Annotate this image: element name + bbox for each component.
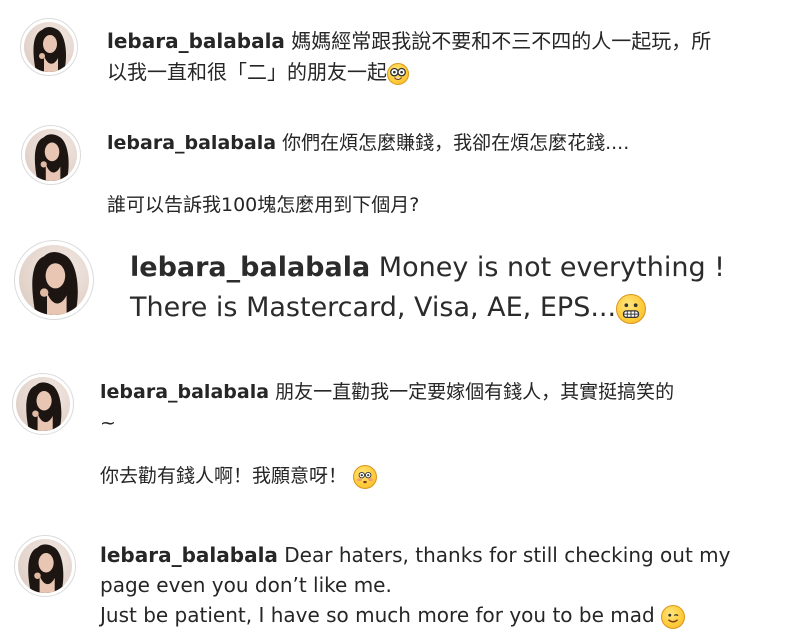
comment-text: lebara_balabala 媽媽經常跟我說不要和不三不四的人一起玩，所 以我… bbox=[107, 29, 712, 85]
username-link[interactable]: lebara_balabala bbox=[100, 381, 269, 403]
username-link[interactable]: lebara_balabala bbox=[130, 252, 370, 283]
avatar[interactable] bbox=[20, 18, 78, 76]
winking-face-emoji-icon bbox=[661, 604, 686, 629]
nerd-face-emoji-icon bbox=[387, 62, 409, 85]
comment-text: lebara_balabala Dear haters, thanks for … bbox=[100, 543, 731, 629]
profile-photo bbox=[18, 539, 72, 593]
flushed-face-emoji-icon bbox=[353, 464, 378, 489]
profile-photo bbox=[25, 129, 77, 181]
avatar[interactable] bbox=[12, 373, 74, 435]
username-link[interactable]: lebara_balabala bbox=[107, 29, 285, 53]
profile-photo bbox=[19, 245, 89, 315]
avatar[interactable] bbox=[14, 535, 76, 597]
profile-photo bbox=[16, 377, 70, 431]
avatar[interactable] bbox=[21, 125, 81, 185]
username-link[interactable]: lebara_balabala bbox=[100, 543, 278, 567]
avatar[interactable] bbox=[14, 240, 94, 320]
grimacing-face-emoji-icon bbox=[616, 293, 647, 324]
comment-text: lebara_balabala 你們在煩怎麼賺錢，我卻在煩怎麼花錢.... 誰可… bbox=[107, 132, 630, 216]
profile-photo bbox=[24, 22, 74, 72]
username-link[interactable]: lebara_balabala bbox=[107, 132, 276, 154]
comment-text: lebara_balabala Money is not everything … bbox=[130, 252, 725, 324]
comment-text: lebara_balabala 朋友一直勸我一定要嫁個有錢人，其實挺搞笑的 ~ … bbox=[100, 381, 675, 489]
